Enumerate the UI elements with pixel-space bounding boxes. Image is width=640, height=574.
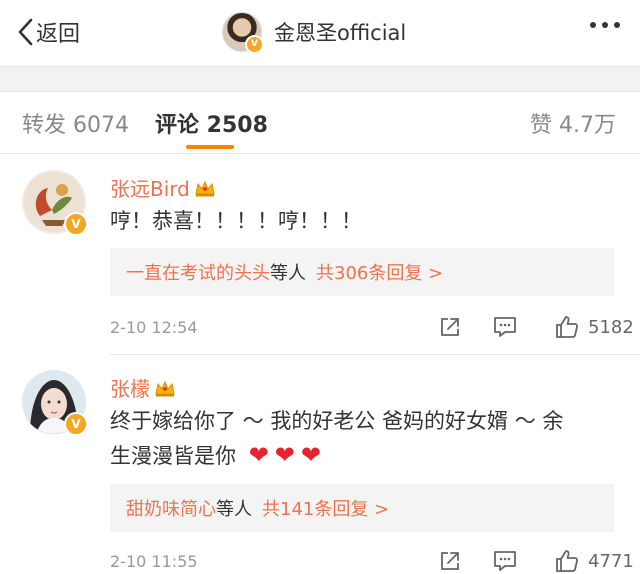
reply-connector: 等人 — [216, 499, 252, 520]
commenter-avatar[interactable]: V — [22, 170, 88, 236]
comment-text-line-2: 生漫漫皆是你 ❤ ❤ ❤ — [110, 438, 630, 473]
comment-text-line: 终于嫁给你了 ～ 我的好老公 爸妈的好女婿 ～ 余 — [110, 409, 564, 433]
replies-summary[interactable]: 甜奶味简心 等人 共141条回复 > — [110, 484, 614, 532]
top-nav-bar: 返回 V 金恩圣official — [0, 0, 640, 66]
more-options-icon[interactable] — [590, 22, 620, 28]
commenter-name[interactable]: 张檬 — [110, 373, 150, 402]
heart-icon: ❤ — [300, 441, 322, 469]
commenter-name[interactable]: 张远Bird — [110, 173, 190, 202]
comment-timestamp: 2-10 12:54 — [110, 318, 198, 337]
thumbs-up-icon — [556, 550, 579, 572]
reply-count-link[interactable]: 共306条回复 > — [316, 259, 443, 285]
crown-icon — [155, 380, 175, 396]
back-button[interactable]: 返回 — [16, 14, 80, 50]
replies-summary[interactable]: 一直在考试的头头 等人 共306条回复 > — [110, 248, 614, 296]
reply-authors[interactable]: 甜奶味简心 — [126, 495, 216, 521]
comment-divider — [110, 354, 640, 355]
tab-likes[interactable]: 赞 4.7万 — [530, 107, 616, 139]
crown-icon — [195, 180, 215, 196]
commenter-avatar[interactable]: V — [22, 370, 88, 436]
like-button[interactable]: 4771 — [554, 548, 634, 574]
chevron-left-icon — [18, 18, 33, 46]
verified-badge-icon: V — [64, 412, 88, 436]
interaction-tabs: 转发 6074 评论 2508 赞 4.7万 — [0, 91, 640, 154]
verified-badge-icon: V — [64, 212, 88, 236]
reply-authors[interactable]: 一直在考试的头头 — [126, 259, 270, 285]
comment-icon — [494, 317, 516, 337]
thumbs-up-icon — [556, 316, 579, 338]
section-separator — [0, 66, 640, 92]
reply-button[interactable] — [492, 315, 518, 339]
like-button[interactable]: 5182 — [554, 314, 634, 340]
like-count: 4771 — [588, 550, 634, 572]
comment-text: 终于嫁给你了 ～ 我的好老公 爸妈的好女婿 ～ 余 生漫漫皆是你 ❤ ❤ ❤ — [110, 404, 630, 473]
comment-icon — [494, 551, 516, 571]
reply-count-link[interactable]: 共141条回复 > — [262, 495, 389, 521]
tab-repost[interactable]: 转发 6074 — [22, 107, 129, 139]
heart-icon: ❤ — [248, 441, 269, 469]
account-name: 金恩圣official — [274, 21, 407, 45]
comment-timestamp: 2-10 11:55 — [110, 552, 198, 571]
comment-author-row: 张檬 — [110, 373, 176, 402]
account-avatar[interactable]: V — [222, 12, 264, 54]
share-button[interactable] — [438, 315, 462, 339]
comment-author-row: 张远Bird — [110, 173, 216, 202]
account-header[interactable]: V 金恩圣official — [222, 12, 407, 54]
comment-actions: 4771 — [438, 548, 634, 574]
share-button[interactable] — [438, 549, 462, 573]
reply-button[interactable] — [492, 549, 518, 573]
reply-connector: 等人 — [270, 263, 306, 284]
share-icon — [441, 552, 459, 570]
verified-badge-icon: V — [245, 35, 264, 54]
tab-comments[interactable]: 评论 2508 — [155, 107, 268, 139]
comment-text: 哼！恭喜！！！！哼！！！ — [110, 209, 362, 233]
comment-actions: 5182 — [438, 314, 634, 340]
heart-icon: ❤ — [274, 441, 295, 469]
comment-text-line: 生漫漫皆是你 — [110, 444, 236, 468]
active-tab-indicator — [186, 145, 234, 149]
like-count: 5182 — [588, 316, 634, 338]
share-icon — [441, 318, 459, 336]
back-label: 返回 — [36, 22, 81, 47]
